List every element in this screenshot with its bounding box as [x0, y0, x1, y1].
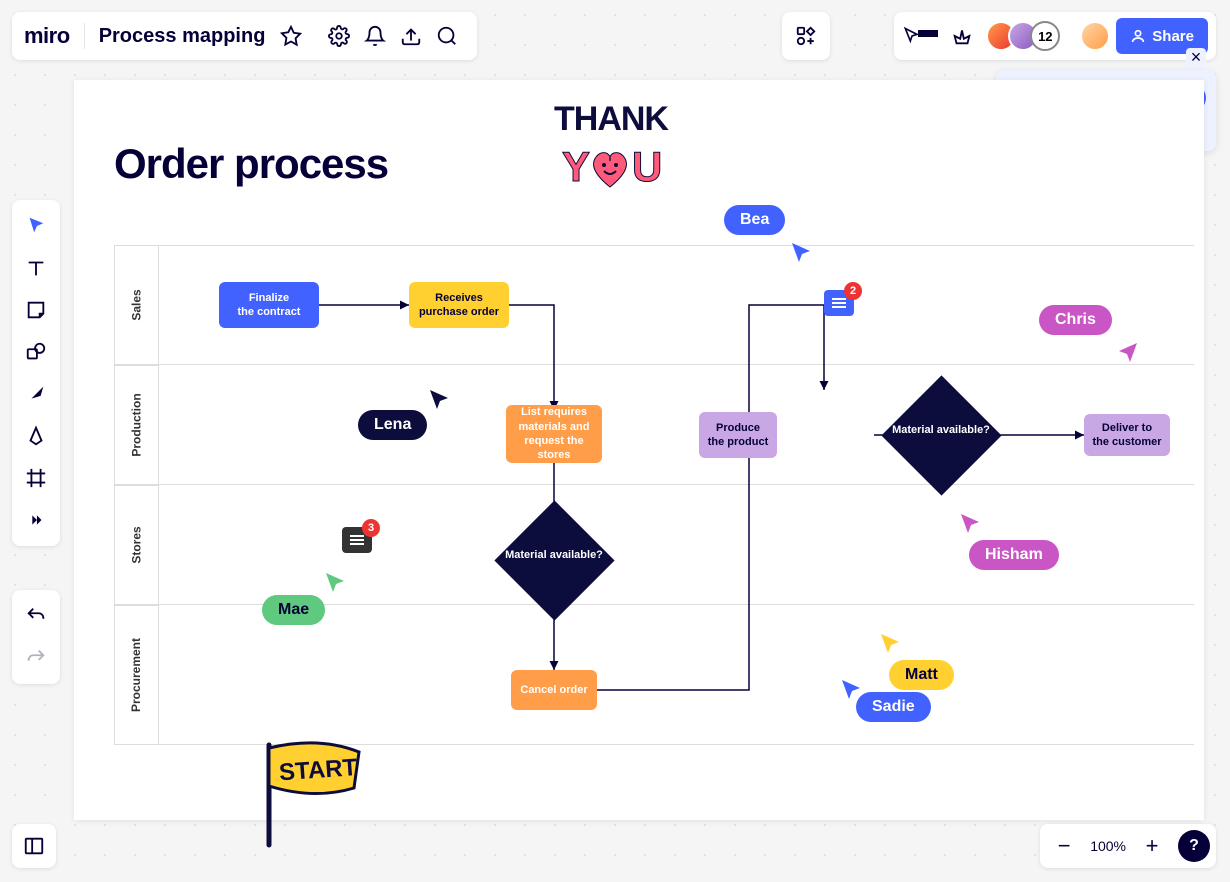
logo: miro — [24, 23, 85, 49]
start-sticker[interactable]: START — [259, 740, 379, 855]
search-icon[interactable] — [429, 18, 465, 54]
cursor-matt: Matt — [889, 660, 954, 690]
settings-icon[interactable] — [321, 18, 357, 54]
select-tool[interactable] — [16, 206, 56, 246]
redo-button[interactable] — [16, 638, 56, 678]
cursor-tool-icon[interactable] — [902, 18, 938, 54]
avatar-stack[interactable]: 12 — [986, 21, 1060, 51]
export-icon[interactable] — [393, 18, 429, 54]
node-cancel[interactable]: Cancel order — [511, 670, 597, 710]
cursor-bea: Bea — [724, 205, 785, 235]
avatar-count[interactable]: 12 — [1030, 21, 1060, 51]
minimap-button[interactable] — [12, 824, 56, 868]
lane-label: Stores — [129, 526, 143, 563]
zoom-out-button[interactable]: − — [1046, 828, 1082, 864]
lane-label: Sales — [129, 289, 143, 320]
lane-label: Procurement — [130, 638, 144, 712]
sticky-tool[interactable] — [16, 290, 56, 330]
help-button[interactable]: ? — [1178, 830, 1210, 862]
node-receives[interactable]: Receives purchase order — [409, 282, 509, 328]
undo-button[interactable] — [16, 596, 56, 636]
cursor-lena: Lena — [358, 410, 427, 440]
thank-you-sticker[interactable]: THANK Y U — [554, 100, 668, 204]
comment-badge[interactable]: 2 — [824, 290, 854, 316]
node-produce[interactable]: Produce the product — [699, 412, 777, 458]
cursor-mae: Mae — [262, 595, 325, 625]
reactions-icon[interactable] — [944, 18, 980, 54]
cursor-hisham: Hisham — [969, 540, 1059, 570]
top-toolbar: miro Process mapping — [12, 12, 477, 60]
arrow-tool[interactable] — [16, 374, 56, 414]
bell-icon[interactable] — [357, 18, 393, 54]
frame-tool[interactable] — [16, 458, 56, 498]
undo-panel — [12, 590, 60, 684]
node-list[interactable]: List requires materials and request the … — [506, 405, 602, 463]
cursor-chris: Chris — [1039, 305, 1112, 335]
zoom-in-button[interactable]: + — [1134, 828, 1170, 864]
svg-text:U: U — [632, 143, 662, 190]
page-title: Order process — [114, 140, 388, 188]
star-icon[interactable] — [273, 18, 309, 54]
board-title[interactable]: Process mapping — [99, 25, 266, 48]
current-user-avatar[interactable] — [1080, 21, 1110, 51]
zoom-controls: − 100% + ? — [1040, 824, 1216, 868]
svg-text:START: START — [278, 754, 358, 786]
lane-label: Production — [130, 393, 144, 456]
pen-tool[interactable] — [16, 416, 56, 456]
zoom-level[interactable]: 100% — [1086, 838, 1130, 854]
node-deliver[interactable]: Deliver to the customer — [1084, 414, 1170, 456]
shape-tool[interactable] — [16, 332, 56, 372]
collab-toolbar: 12 Share — [894, 12, 1216, 60]
more-tools[interactable] — [16, 500, 56, 540]
text-tool[interactable] — [16, 248, 56, 288]
apps-button[interactable] — [782, 12, 830, 60]
svg-text:Y: Y — [562, 143, 590, 190]
close-icon[interactable]: × — [1186, 48, 1206, 68]
cursor-sadie: Sadie — [856, 692, 931, 722]
canvas[interactable]: Order process THANK Y U Sales Production… — [74, 80, 1204, 820]
node-finalize[interactable]: Finalize the contract — [219, 282, 319, 328]
tools-panel — [12, 200, 60, 546]
comment-badge[interactable]: 3 — [342, 527, 372, 553]
